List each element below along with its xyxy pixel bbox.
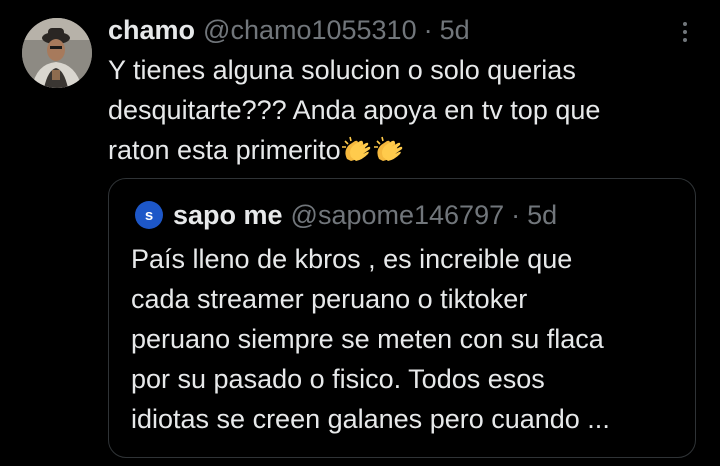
clapping-hands-emoji-icon <box>341 134 373 162</box>
tweet-header: chamo @chamo1055310 · 5d <box>108 12 470 48</box>
quoted-author-name[interactable]: sapo me <box>173 197 283 233</box>
separator-dot: · <box>423 15 433 45</box>
author-name[interactable]: chamo <box>108 12 195 48</box>
tweet-timestamp[interactable]: 5d <box>440 12 470 48</box>
author-avatar[interactable] <box>22 18 92 88</box>
author-handle[interactable]: @chamo1055310 <box>203 12 417 48</box>
tweet-text: Y tienes alguna solucion o solo querias … <box>108 50 698 170</box>
quoted-tweet-header: sapo me @sapome146797 · 5d <box>173 197 557 233</box>
quoted-tweet-timestamp[interactable]: 5d <box>527 197 557 233</box>
quoted-tweet[interactable]: s sapo me @sapome146797 · 5d País lleno … <box>108 178 696 458</box>
more-vertical-icon[interactable] <box>672 14 698 50</box>
quoted-author-handle[interactable]: @sapome146797 <box>291 197 505 233</box>
avatar-photo <box>22 18 92 88</box>
clapping-hands-emoji-icon <box>373 134 405 162</box>
separator-dot: · <box>511 200 521 230</box>
quoted-tweet-text: País lleno de kbros , es increible que c… <box>131 244 610 434</box>
quoted-author-avatar[interactable]: s <box>135 201 163 229</box>
tweet[interactable]: chamo @chamo1055310 · 5d Y tienes alguna… <box>0 0 720 466</box>
